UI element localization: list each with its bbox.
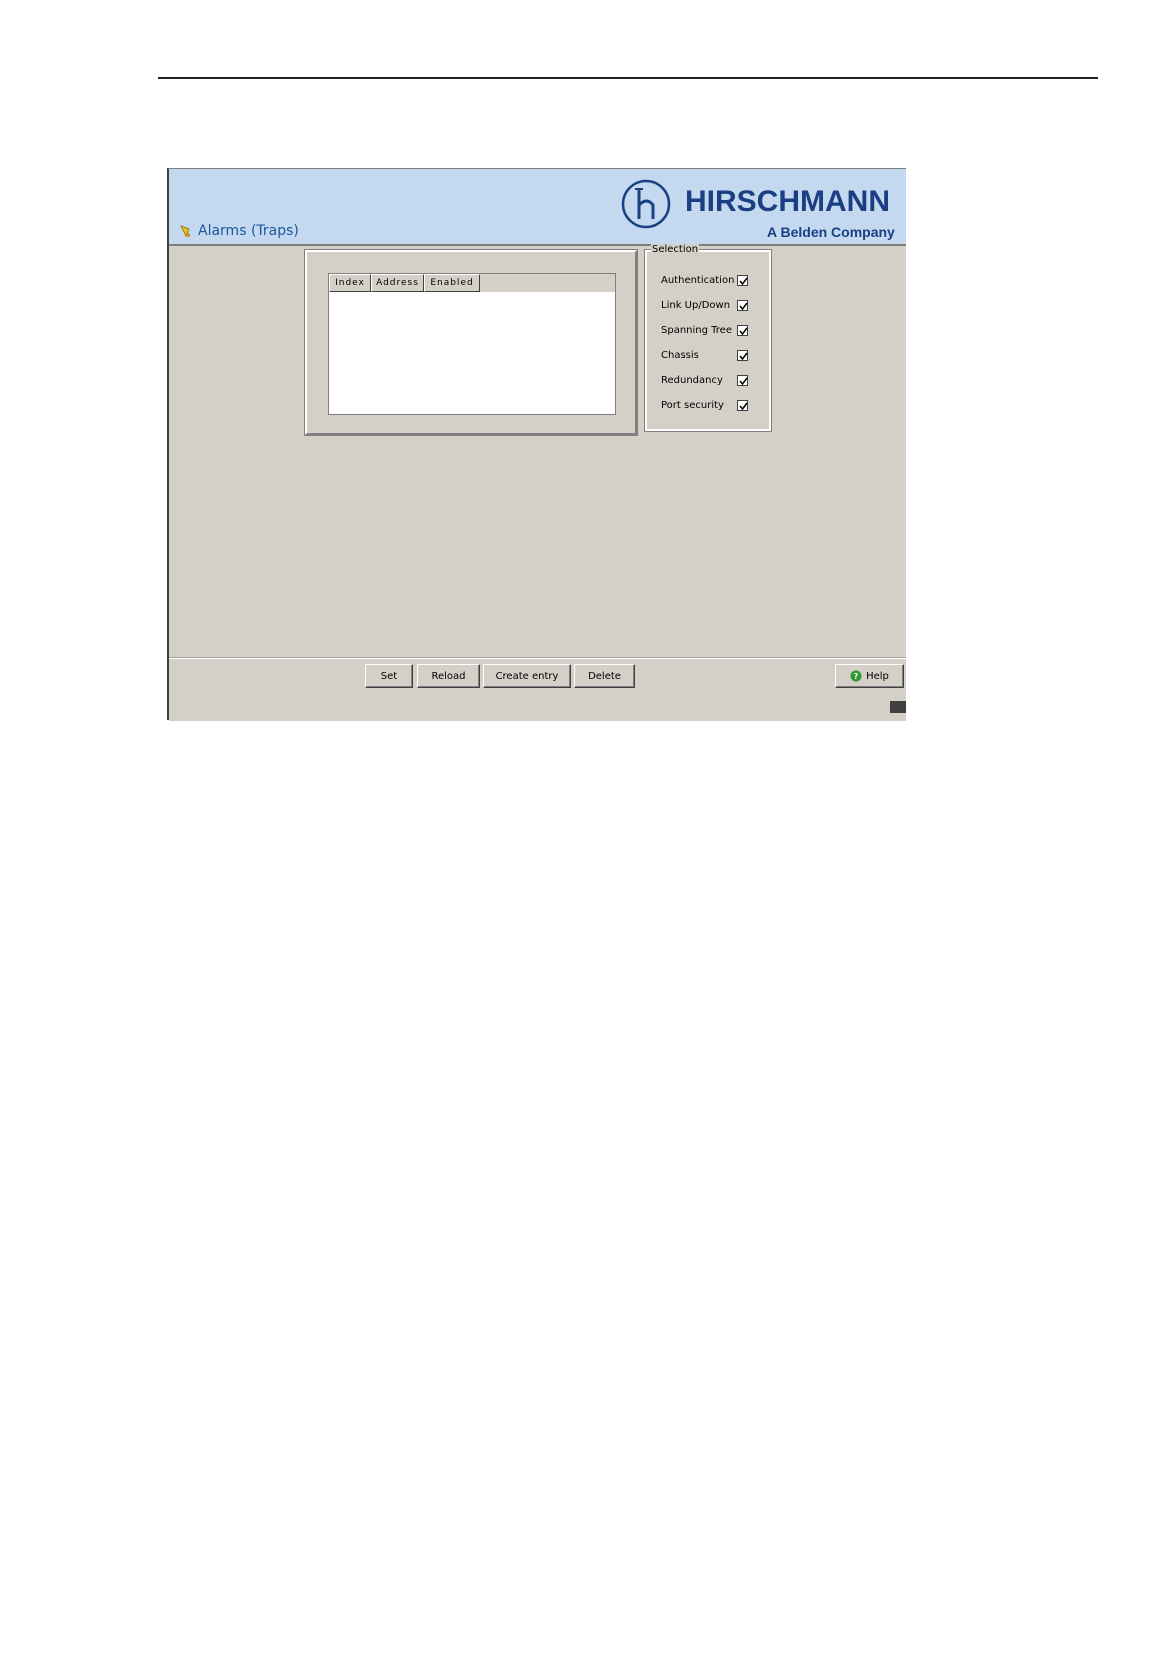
table-header: Index Address Enabled (329, 274, 615, 292)
port-security-checkbox[interactable] (737, 399, 748, 411)
redundancy-checkbox[interactable] (737, 374, 748, 386)
selection-item-link-up-down: Link Up/Down (661, 298, 761, 312)
app-window: Alarms (Traps) HIRSCHMANN A Belden Compa… (167, 168, 906, 721)
link-up-down-checkbox[interactable] (737, 299, 748, 311)
checkmark-icon (739, 327, 748, 335)
selection-item-chassis: Chassis (661, 348, 761, 362)
hirschmann-logo-icon (621, 179, 671, 229)
selection-item-spanning-tree: Spanning Tree (661, 323, 761, 337)
selection-item-label: Link Up/Down (661, 299, 731, 311)
column-header-enabled[interactable]: Enabled (424, 274, 480, 292)
trap-destinations-table[interactable]: Index Address Enabled (328, 273, 616, 415)
help-button-label: Help (866, 670, 889, 682)
column-header-index[interactable]: Index (329, 274, 371, 292)
selection-legend: Selection (651, 244, 700, 255)
help-button[interactable]: ? Help (835, 664, 904, 688)
checkmark-icon (739, 377, 748, 385)
selection-item-label: Chassis (661, 349, 699, 361)
trap-destinations-group: Index Address Enabled (304, 249, 638, 436)
spanning-tree-checkbox[interactable] (737, 324, 748, 336)
brand-name: HIRSCHMANN (685, 185, 890, 218)
brand-tagline: A Belden Company (767, 224, 895, 240)
page-title: Alarms (Traps) (198, 223, 299, 239)
header-banner: Alarms (Traps) HIRSCHMANN A Belden Compa… (169, 169, 906, 246)
selection-item-authentication: Authentication (661, 273, 761, 287)
button-bar: Set Reload Create entry Delete ? Help (169, 658, 906, 721)
column-header-address[interactable]: Address (371, 274, 424, 292)
selection-item-label: Port security (661, 399, 724, 411)
svg-text:?: ? (854, 672, 859, 681)
chassis-checkbox[interactable] (737, 349, 748, 361)
selection-item-port-security: Port security (661, 398, 761, 412)
selection-item-redundancy: Redundancy (661, 373, 761, 387)
title-area: Alarms (Traps) (178, 223, 299, 239)
checkmark-icon (739, 352, 748, 360)
checkmark-icon (739, 402, 748, 410)
create-entry-button[interactable]: Create entry (483, 664, 571, 688)
help-icon: ? (850, 670, 862, 682)
selection-group: Selection Authentication Link Up/Down Sp… (644, 244, 772, 432)
authentication-checkbox[interactable] (737, 274, 748, 286)
alarm-bell-icon (180, 225, 190, 237)
set-button[interactable]: Set (365, 664, 413, 688)
checkmark-icon (739, 302, 748, 310)
delete-button[interactable]: Delete (574, 664, 635, 688)
resize-grip-icon[interactable] (890, 701, 906, 713)
checkmark-icon (739, 277, 748, 285)
selection-item-label: Authentication (661, 274, 735, 286)
reload-button[interactable]: Reload (417, 664, 480, 688)
selection-item-label: Redundancy (661, 374, 723, 386)
page-header-rule (158, 77, 1098, 79)
selection-item-label: Spanning Tree (661, 324, 732, 336)
